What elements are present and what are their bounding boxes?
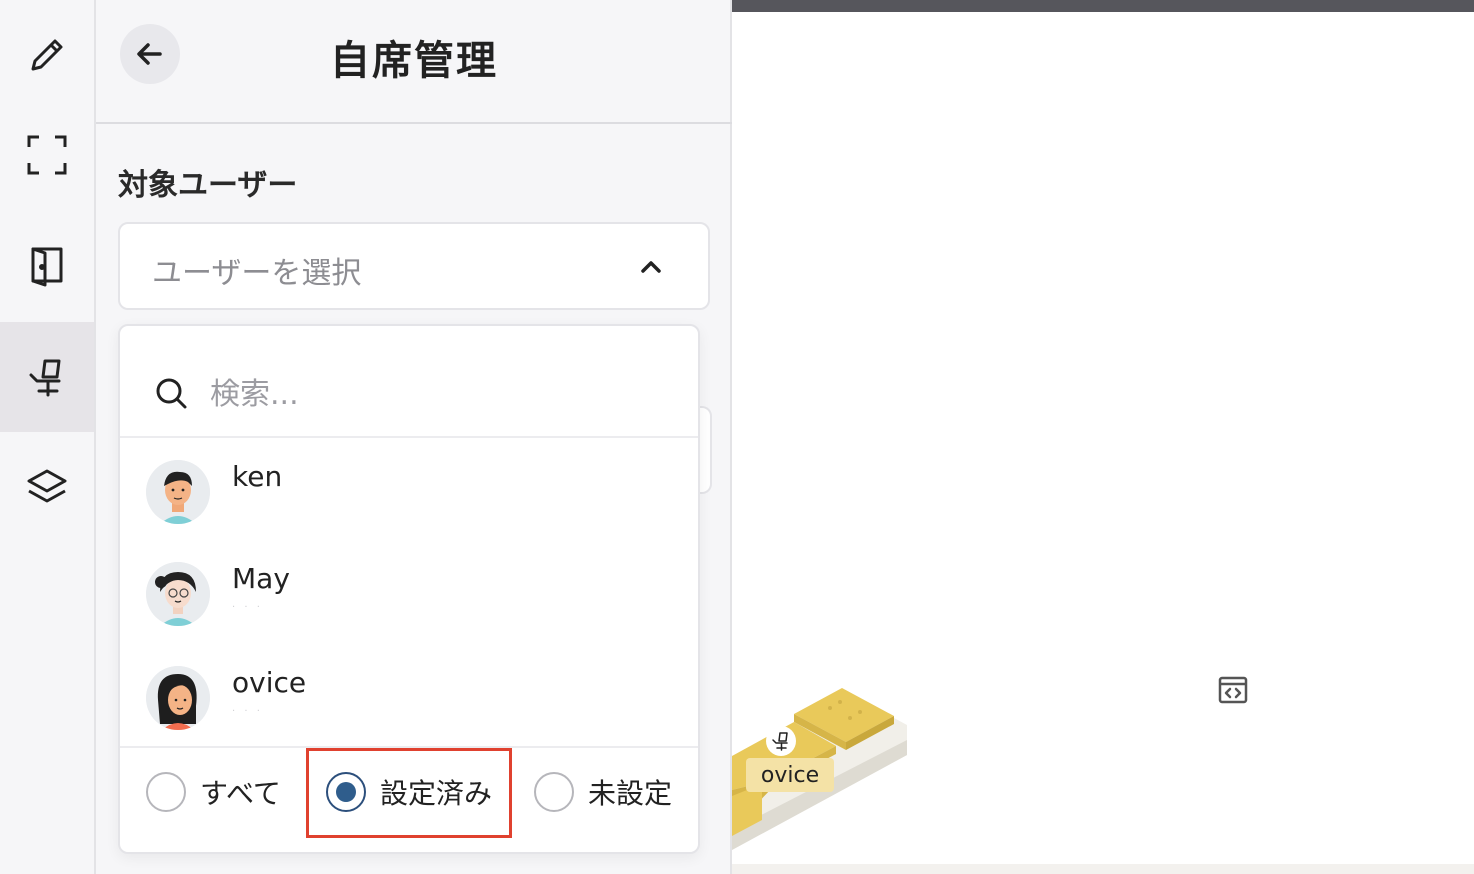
list-item[interactable]: ken [120,450,698,552]
map-top-bar [732,0,1474,12]
radio-unassigned[interactable] [534,772,574,812]
seat-management-button[interactable] [0,322,94,432]
office-map[interactable]: ovice [732,0,1474,874]
filter-all-label: すべて [200,777,281,810]
layers-icon [27,469,67,503]
panel-header: 自席管理 [96,0,732,124]
search-input[interactable] [210,374,650,414]
desk-chair-icon [29,359,61,397]
list-item[interactable]: ovice · · · [120,656,698,758]
page-title: 自席管理 [330,38,498,84]
search-row [120,326,698,438]
fullscreen-icon [27,135,67,175]
seat-management-panel: 自席管理 対象ユーザー ユーザーを選択 検索... ken May · · · … [96,0,732,874]
user-select[interactable]: ユーザーを選択 [118,222,710,310]
user-name: ovice [232,666,307,699]
filter-assigned-label: 設定済み [380,777,493,810]
woman-glasses-avatar-icon [146,562,210,626]
tool-rail [0,0,96,874]
filter-all-option[interactable]: すべて [146,768,281,816]
user-select-placeholder: ユーザーを選択 [152,256,362,291]
seat-marker[interactable] [766,726,796,756]
user-subtext: · · · [232,706,263,717]
filter-unassigned-label: 未設定 [588,777,673,810]
user-dropdown: ken May · · · [118,324,700,854]
edit-button[interactable] [0,0,94,110]
fullscreen-button[interactable] [0,100,94,210]
door-icon [31,247,63,287]
avatar [146,562,210,626]
avatar [146,460,210,524]
user-subtext: · · · [232,602,263,613]
user-name: ken [232,460,283,493]
avatar [146,666,210,730]
search-icon [156,378,187,409]
woman-avatar-icon [146,666,210,730]
door-button[interactable] [0,210,94,320]
user-name: May [232,562,290,595]
map-bottom-strip [732,864,1474,874]
filter-unassigned-option[interactable]: 未設定 [534,768,672,816]
radio-all[interactable] [146,772,186,812]
desk-chair-icon [772,732,788,751]
pencil-icon [31,39,63,71]
desk-owner-label: ovice [746,758,834,792]
layers-button[interactable] [0,432,94,542]
radio-assigned[interactable] [326,772,366,812]
embed-code-icon[interactable] [1218,676,1248,704]
list-item[interactable]: May · · · [120,552,698,654]
target-user-label: 対象ユーザー [118,168,298,203]
chevron-up-icon [641,261,661,273]
man-avatar-icon [146,460,210,524]
filter-assigned-option[interactable]: 設定済み [326,768,492,816]
seat-filter-radio-group: すべて 設定済み 未設定 [120,746,698,852]
